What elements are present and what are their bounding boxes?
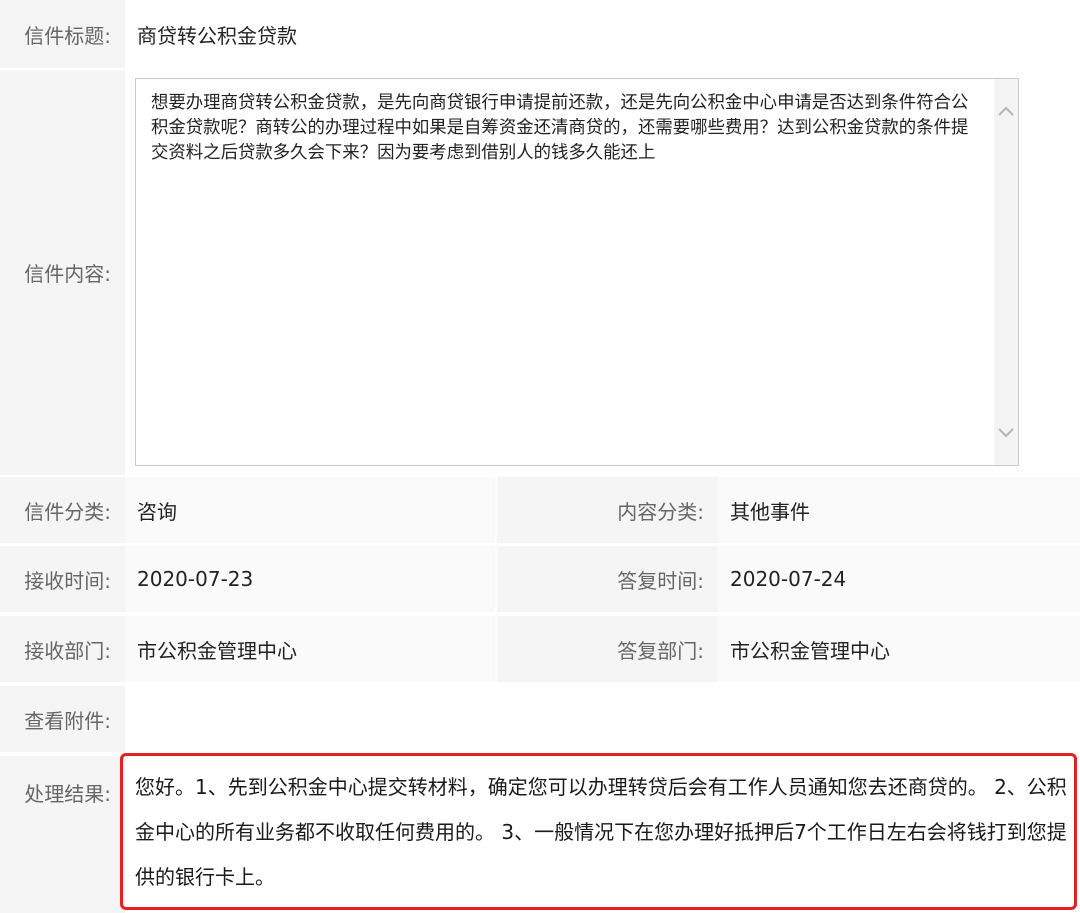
receive-dept-value: 市公积金管理中心 — [125, 616, 495, 682]
chevron-down-icon[interactable] — [994, 421, 1018, 445]
attachment-value — [125, 686, 1080, 752]
reply-time-value: 2020-07-24 — [718, 546, 1080, 612]
content-category-label: 内容分类: — [497, 477, 718, 543]
letter-content-text: 想要办理商贷转公积金贷款，是先向商贷银行申请提前还款，还是先向公积金中心申请是否… — [151, 93, 969, 163]
letter-title-value: 商贷转公积金贷款 — [125, 0, 1080, 68]
reply-dept-label: 答复部门: — [497, 616, 718, 682]
receive-time-value: 2020-07-23 — [125, 546, 495, 612]
letter-category-value: 咨询 — [125, 477, 495, 543]
result-text: 您好。1、先到公积金中心提交转材料，确定您可以办理转贷后会有工作人员通知您去还商… — [135, 775, 1067, 889]
attachment-label: 查看附件: — [0, 686, 125, 752]
letter-title-label: 信件标题: — [0, 0, 125, 68]
letter-content-textarea[interactable]: 想要办理商贷转公积金贷款，是先向商贷银行申请提前还款，还是先向公积金中心申请是否… — [135, 78, 1019, 466]
receive-time-label: 接收时间: — [0, 546, 125, 612]
reply-dept-value: 市公积金管理中心 — [718, 616, 1080, 682]
letter-content-label: 信件内容: — [0, 70, 125, 475]
chevron-up-icon[interactable] — [994, 99, 1018, 123]
textarea-scrollbar[interactable] — [994, 79, 1018, 465]
content-category-value: 其他事件 — [718, 477, 1080, 543]
result-label: 处理结果: — [0, 756, 125, 913]
receive-dept-label: 接收部门: — [0, 616, 125, 682]
reply-time-label: 答复时间: — [497, 546, 718, 612]
letter-category-label: 信件分类: — [0, 477, 125, 543]
